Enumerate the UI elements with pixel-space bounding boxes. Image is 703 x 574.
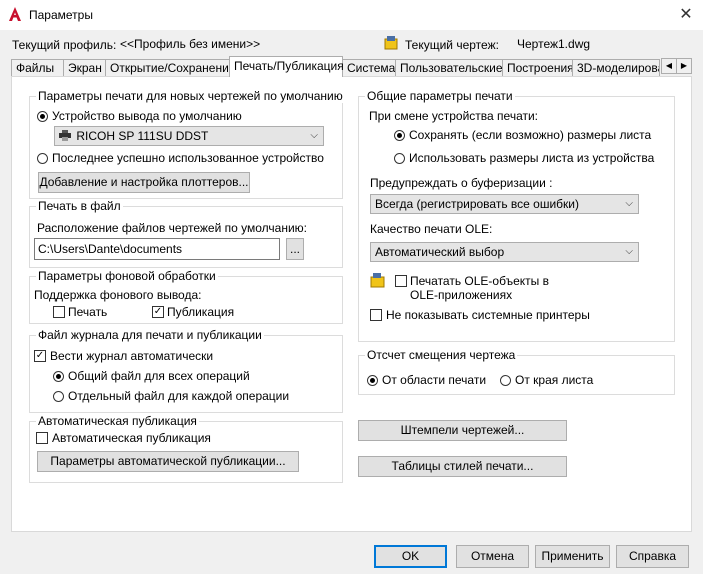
tab-scroll-left-icon[interactable]: ◀ xyxy=(661,58,677,74)
browse-button[interactable]: ... xyxy=(286,238,304,260)
separate-log-label: Отдельный файл для каждой операции xyxy=(68,389,290,403)
cancel-button[interactable]: Отмена xyxy=(456,545,529,568)
group-auto-publish: Автоматическая публикация Автоматическая… xyxy=(29,414,343,483)
ole-print-label-line1: Печатать OLE-объекты в xyxy=(410,274,549,288)
device-paper-size-label: Использовать размеры листа из устройства xyxy=(409,151,655,165)
location-label: Расположение файлов чертежей по умолчани… xyxy=(37,221,308,235)
group-plot-offset: Отсчет смещения чертежа От области печат… xyxy=(358,348,675,395)
tab-3d-modeling[interactable]: 3D-моделирова xyxy=(572,59,660,76)
offset-printable-label: От области печати xyxy=(382,373,487,387)
current-drawing-value: Чертеж1.dwg xyxy=(517,37,591,51)
close-icon[interactable]: ✕ xyxy=(672,2,700,28)
tab-files[interactable]: Файлы xyxy=(11,59,64,76)
plot-stamp-settings-button[interactable]: Штемпели чертежей... xyxy=(358,420,567,441)
current-profile-label: Текущий профиль: xyxy=(12,38,117,52)
spool-alert-label: Предупреждать о буферизации : xyxy=(370,176,553,190)
background-plot-label: Печать xyxy=(68,305,108,319)
add-plotters-button[interactable]: Добавление и настройка плоттеров... xyxy=(38,172,250,193)
auto-log-label: Вести журнал автоматически xyxy=(50,349,214,363)
chevron-down-icon: ⌵ xyxy=(625,198,633,209)
radio-offset-printable-area[interactable] xyxy=(367,375,378,386)
current-profile-value: <<Профиль без имени>> xyxy=(120,37,261,51)
hide-system-printers-label: Не показывать системные принтеры xyxy=(386,308,590,322)
group-background-processing: Параметры фоновой обработки Поддержка фо… xyxy=(29,269,343,324)
checkbox-hide-system-printers[interactable] xyxy=(370,309,382,321)
ole-print-label-line2: OLE-приложениях xyxy=(410,288,513,302)
tab-system[interactable]: Система xyxy=(342,59,396,76)
spool-alert-select[interactable]: Всегда (регистрировать все ошибки) ⌵ xyxy=(370,194,639,214)
background-support-label: Поддержка фонового вывода: xyxy=(34,288,202,302)
radio-shared-log[interactable] xyxy=(53,371,64,382)
group-title: Автоматическая публикация xyxy=(36,414,199,428)
shared-log-label: Общий файл для всех операций xyxy=(68,369,250,383)
location-input[interactable]: C:\Users\Dante\documents xyxy=(34,238,280,260)
group-title: Параметры печати для новых чертежей по у… xyxy=(36,89,345,103)
window-title: Параметры xyxy=(29,8,93,22)
radio-last-successful-device[interactable] xyxy=(37,153,48,164)
chevron-down-icon: ⌵ xyxy=(625,246,633,257)
group-default-plot-settings: Параметры печати для новых чертежей по у… xyxy=(29,89,345,199)
keep-paper-size-label: Сохранять (если возможно) размеры листа xyxy=(409,128,652,142)
tab-drafting[interactable]: Построения xyxy=(502,59,574,76)
radio-keep-paper-size[interactable] xyxy=(394,130,405,141)
printer-icon xyxy=(59,130,71,141)
group-title: Отсчет смещения чертежа xyxy=(365,348,518,362)
group-title: Параметры фоновой обработки xyxy=(36,269,218,283)
chevron-down-icon: ⌵ xyxy=(310,130,318,141)
current-drawing-label: Текущий чертеж: xyxy=(405,38,499,52)
on-change-label: При смене устройства печати: xyxy=(369,109,539,123)
tab-panel-plot-publish: Параметры печати для новых чертежей по у… xyxy=(11,76,692,532)
help-button[interactable]: Справка xyxy=(616,545,689,568)
ole-quality-select[interactable]: Автоматический выбор ⌵ xyxy=(370,242,639,262)
tab-user-preferences[interactable]: Пользовательские xyxy=(395,59,503,76)
group-title: Файл журнала для печати и публикации xyxy=(36,328,264,342)
radio-default-output-device[interactable] xyxy=(37,111,48,122)
autocad-logo-icon xyxy=(9,7,21,21)
tab-open-save[interactable]: Открытие/Сохранение xyxy=(105,59,235,76)
checkbox-background-publish[interactable]: ✓ xyxy=(152,306,164,318)
radio-offset-paper-edge[interactable] xyxy=(500,375,511,386)
checkbox-auto-publish[interactable] xyxy=(36,432,48,444)
tab-scroll-right-icon[interactable]: ▶ xyxy=(676,58,692,74)
drawing-file-icon xyxy=(384,36,398,50)
device-select-value: RICOH SP 111SU DDST xyxy=(76,129,209,143)
group-plot-to-file: Печать в файл Расположение файлов чертеж… xyxy=(29,199,343,268)
tab-display[interactable]: Экран xyxy=(63,59,106,76)
apply-button[interactable]: Применить xyxy=(535,545,610,568)
group-title: Печать в файл xyxy=(36,199,123,213)
ok-button[interactable]: OK xyxy=(374,545,447,568)
background-publish-label: Публикация xyxy=(167,305,235,319)
auto-publish-settings-button[interactable]: Параметры автоматической публикации... xyxy=(37,451,299,472)
last-device-label: Последнее успешно использованное устройс… xyxy=(52,151,324,165)
offset-edge-label: От края листа xyxy=(515,373,594,387)
group-plot-log: Файл журнала для печати и публикации ✓ В… xyxy=(29,328,343,413)
checkbox-auto-log[interactable]: ✓ xyxy=(34,350,46,362)
auto-publish-label: Автоматическая публикация xyxy=(52,431,211,445)
checkbox-background-plot[interactable] xyxy=(53,306,65,318)
device-select[interactable]: RICOH SP 111SU DDST ⌵ xyxy=(54,126,324,146)
radio-separate-log[interactable] xyxy=(53,391,64,402)
group-general-plot-options: Общие параметры печати При смене устройс… xyxy=(358,89,675,342)
spool-alert-value: Всегда (регистрировать все ошибки) xyxy=(375,197,579,211)
checkbox-plot-ole-in-app[interactable] xyxy=(395,275,407,287)
title-bar: Параметры ✕ xyxy=(0,0,703,30)
ole-quality-value: Автоматический выбор xyxy=(375,245,505,259)
ole-app-icon xyxy=(370,273,385,288)
radio-device-paper-size[interactable] xyxy=(394,153,405,164)
group-title: Общие параметры печати xyxy=(365,89,515,103)
tab-plot-publish[interactable]: Печать/Публикация xyxy=(229,56,344,77)
plot-style-tables-button[interactable]: Таблицы стилей печати... xyxy=(358,456,567,477)
default-device-label: Устройство вывода по умолчанию xyxy=(52,109,242,123)
ole-quality-label: Качество печати OLE: xyxy=(370,222,493,236)
